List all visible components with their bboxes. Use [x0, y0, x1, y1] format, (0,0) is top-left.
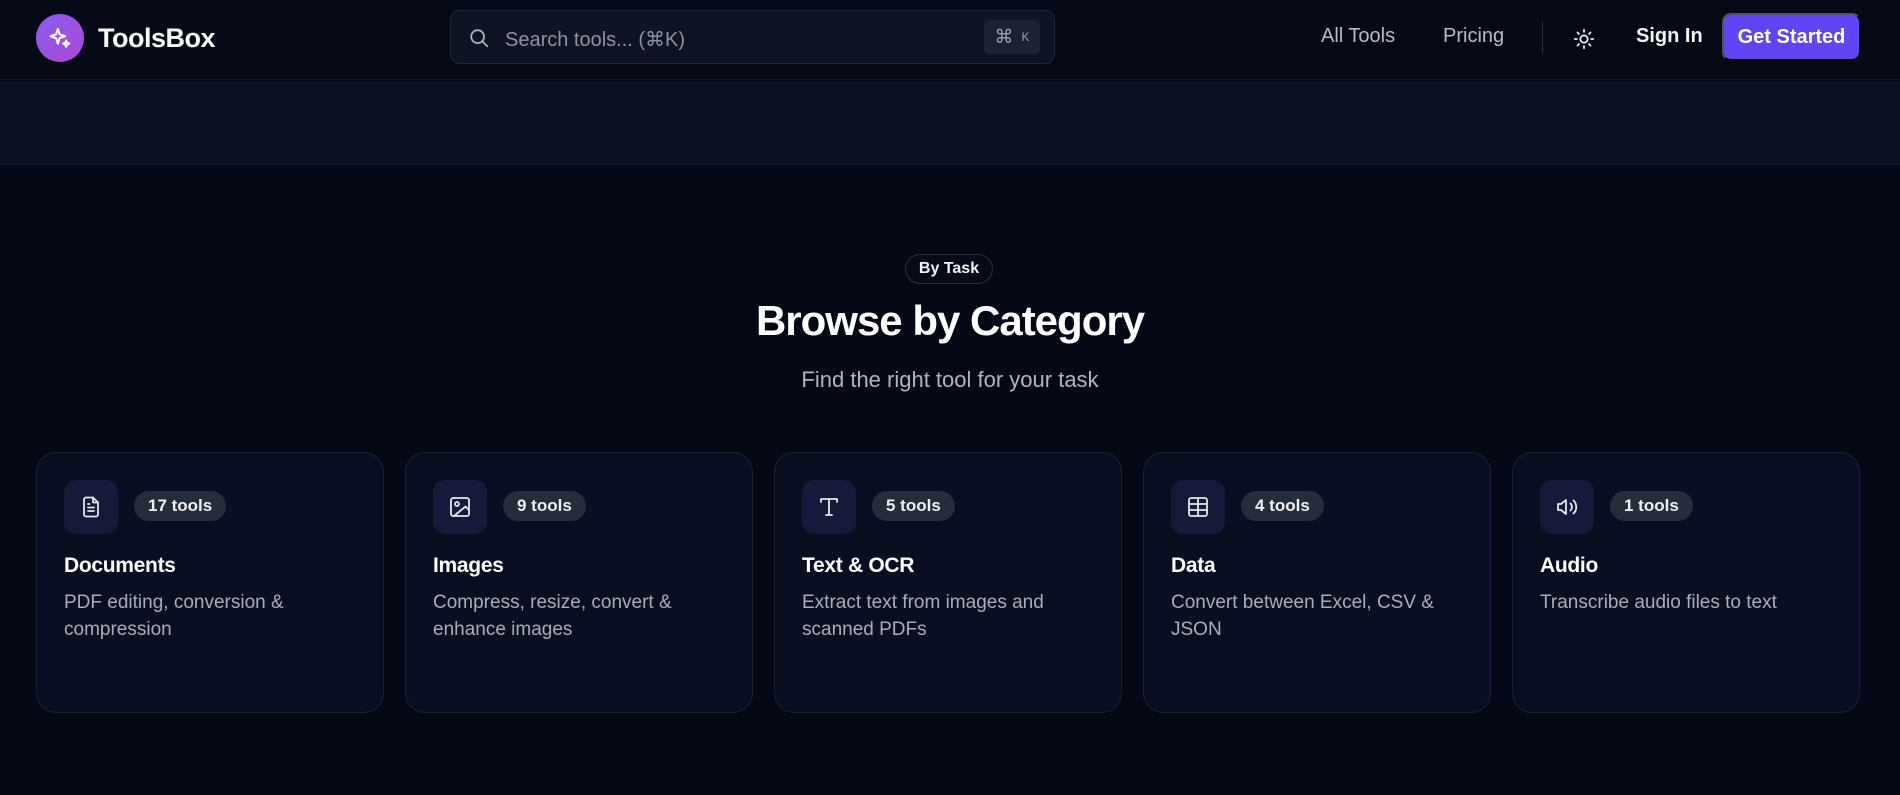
sign-in-link[interactable]: Sign In — [1636, 25, 1703, 48]
card-description: Convert between Excel, CSV & JSON — [1171, 592, 1434, 640]
card-title: Text & OCR — [802, 554, 915, 577]
shortcut-key: K — [1021, 30, 1030, 44]
category-card-text-ocr[interactable]: 5 tools Text & OCR Extract text from ima… — [774, 452, 1122, 713]
tool-count-badge: 1 tools — [1610, 491, 1693, 521]
search-icon — [468, 27, 490, 49]
search-input[interactable]: Search tools... (⌘K) ⌘ K — [450, 10, 1055, 64]
card-description: Transcribe audio files to text — [1540, 592, 1777, 613]
card-description: Compress, resize, convert & enhance imag… — [433, 592, 672, 640]
category-card-audio[interactable]: 1 tools Audio Transcribe audio files to … — [1512, 452, 1860, 713]
nav-pricing[interactable]: Pricing — [1443, 25, 1504, 48]
tool-count-badge: 17 tools — [134, 491, 227, 521]
sun-icon — [1573, 28, 1595, 50]
page: ToolsBox Search tools... (⌘K) ⌘ K All To… — [0, 0, 1900, 795]
section-title: Browse by Category — [755, 297, 1145, 344]
theme-toggle-button[interactable] — [1571, 26, 1597, 52]
category-card-documents[interactable]: 17 tools Documents PDF editing, conversi… — [36, 452, 384, 713]
card-description: Extract text from images and scanned PDF… — [802, 592, 1044, 640]
speaker-icon — [1540, 480, 1594, 534]
banner-strip — [0, 81, 1900, 165]
category-card-data[interactable]: 4 tools Data Convert between Excel, CSV … — [1143, 452, 1491, 713]
card-description: PDF editing, conversion & compression — [64, 592, 284, 640]
nav-all-tools[interactable]: All Tools — [1321, 25, 1395, 48]
card-title: Images — [433, 554, 504, 577]
document-icon — [64, 480, 118, 534]
section-subtitle: Find the right tool for your task — [801, 367, 1099, 392]
card-title: Audio — [1540, 554, 1598, 577]
search-shortcut-badge: ⌘ K — [984, 20, 1040, 54]
command-key-icon: ⌘ — [994, 26, 1014, 48]
get-started-button[interactable]: Get Started — [1722, 13, 1861, 61]
image-icon — [433, 480, 487, 534]
search-placeholder: Search tools... (⌘K) — [505, 29, 686, 51]
top-navigation: ToolsBox Search tools... (⌘K) ⌘ K All To… — [0, 0, 1900, 80]
table-icon — [1171, 480, 1225, 534]
category-card-images[interactable]: 9 tools Images Compress, resize, convert… — [405, 452, 753, 713]
section-badge: By Task — [905, 254, 993, 284]
tool-count-badge: 9 tools — [503, 491, 586, 521]
card-title: Data — [1171, 554, 1216, 577]
card-title: Documents — [64, 554, 176, 577]
brand-link[interactable]: ToolsBox — [36, 14, 216, 62]
brand-name: ToolsBox — [98, 22, 216, 53]
nav-divider — [1542, 21, 1543, 53]
sparkles-icon — [36, 14, 84, 62]
tool-count-badge: 4 tools — [1241, 491, 1324, 521]
tool-count-badge: 5 tools — [872, 491, 955, 521]
text-icon — [802, 480, 856, 534]
